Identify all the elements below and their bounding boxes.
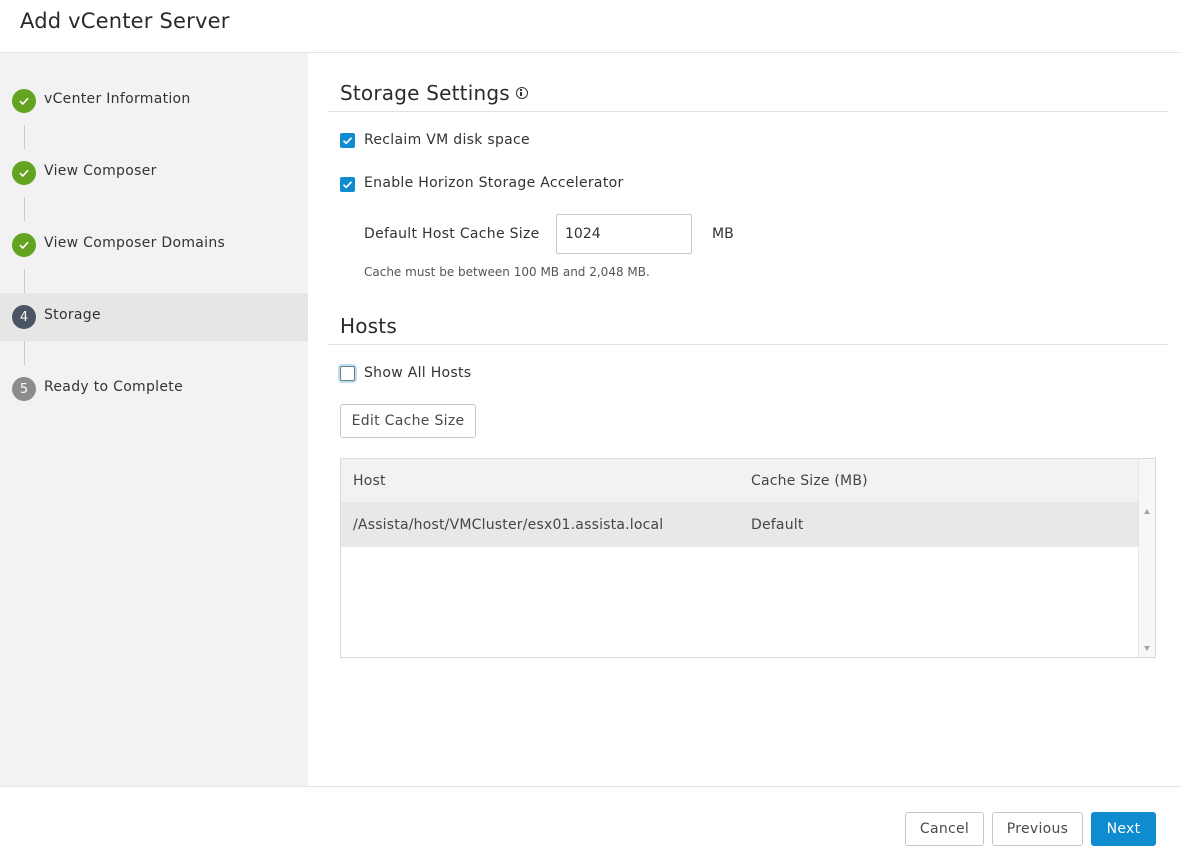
step-label: View Composer Domains [44, 235, 226, 251]
step-connector [24, 341, 25, 365]
section-title-text: Storage Settings [340, 81, 510, 105]
cancel-button[interactable]: Cancel [905, 812, 984, 846]
cache-size-cell: Default [751, 517, 804, 533]
section-divider [328, 344, 1168, 345]
storage-accelerator-label[interactable]: Enable Horizon Storage Accelerator [364, 175, 624, 191]
hosts-heading: Hosts [340, 314, 397, 338]
scroll-up-arrow-icon[interactable] [1144, 509, 1150, 514]
show-all-hosts-label[interactable]: Show All Hosts [364, 365, 471, 381]
table-header: Host Cache Size (MB) [341, 459, 1139, 503]
step-connector [24, 197, 25, 221]
step-number-badge: 4 [12, 305, 36, 329]
host-cell: /Assista/host/VMCluster/esx01.assista.lo… [353, 517, 664, 533]
main-content: Storage Settings Reclaim VM disk space E… [308, 53, 1181, 786]
check-icon [342, 137, 353, 145]
step-label: Storage [44, 307, 101, 323]
check-icon [342, 181, 353, 189]
storage-settings-heading: Storage Settings [340, 81, 528, 105]
step-view-composer[interactable]: View Composer [0, 149, 308, 197]
storage-accelerator-checkbox[interactable] [340, 177, 355, 192]
table-row[interactable]: /Assista/host/VMCluster/esx01.assista.lo… [341, 503, 1139, 547]
cache-size-helper-text: Cache must be between 100 MB and 2,048 M… [364, 265, 650, 279]
hosts-table: Host Cache Size (MB) /Assista/host/VMClu… [340, 458, 1156, 658]
reclaim-disk-space-label[interactable]: Reclaim VM disk space [364, 132, 530, 148]
step-storage[interactable]: 4 Storage [0, 293, 308, 341]
table-scrollbar[interactable] [1138, 459, 1155, 657]
column-header-cache-size[interactable]: Cache Size (MB) [751, 473, 868, 489]
previous-button[interactable]: Previous [992, 812, 1083, 846]
cache-size-label: Default Host Cache Size [364, 226, 540, 242]
scroll-down-arrow-icon[interactable] [1144, 646, 1150, 651]
step-ready-to-complete[interactable]: 5 Ready to Complete [0, 365, 308, 413]
check-icon [12, 233, 36, 257]
cache-size-unit: MB [712, 226, 734, 242]
step-label: Ready to Complete [44, 379, 183, 395]
show-all-hosts-checkbox[interactable] [340, 366, 355, 381]
step-connector [24, 269, 25, 293]
step-label: vCenter Information [44, 91, 191, 107]
section-divider [328, 111, 1168, 112]
edit-cache-size-button[interactable]: Edit Cache Size [340, 404, 476, 438]
step-view-composer-domains[interactable]: View Composer Domains [0, 221, 308, 269]
dialog-footer: Cancel Previous Next [0, 786, 1181, 861]
next-button[interactable]: Next [1091, 812, 1156, 846]
reclaim-disk-space-checkbox[interactable] [340, 133, 355, 148]
info-icon[interactable] [515, 86, 528, 99]
step-vcenter-information[interactable]: vCenter Information [0, 77, 308, 125]
wizard-steps-sidebar: vCenter Information View Composer View C… [0, 53, 308, 786]
step-connector [24, 125, 25, 149]
dialog-header: Add vCenter Server [0, 0, 1181, 53]
dialog-title: Add vCenter Server [20, 9, 230, 33]
column-header-host[interactable]: Host [353, 473, 386, 489]
step-number-badge: 5 [12, 377, 36, 401]
step-label: View Composer [44, 163, 157, 179]
cache-size-input[interactable] [556, 214, 692, 254]
check-icon [12, 89, 36, 113]
check-icon [12, 161, 36, 185]
